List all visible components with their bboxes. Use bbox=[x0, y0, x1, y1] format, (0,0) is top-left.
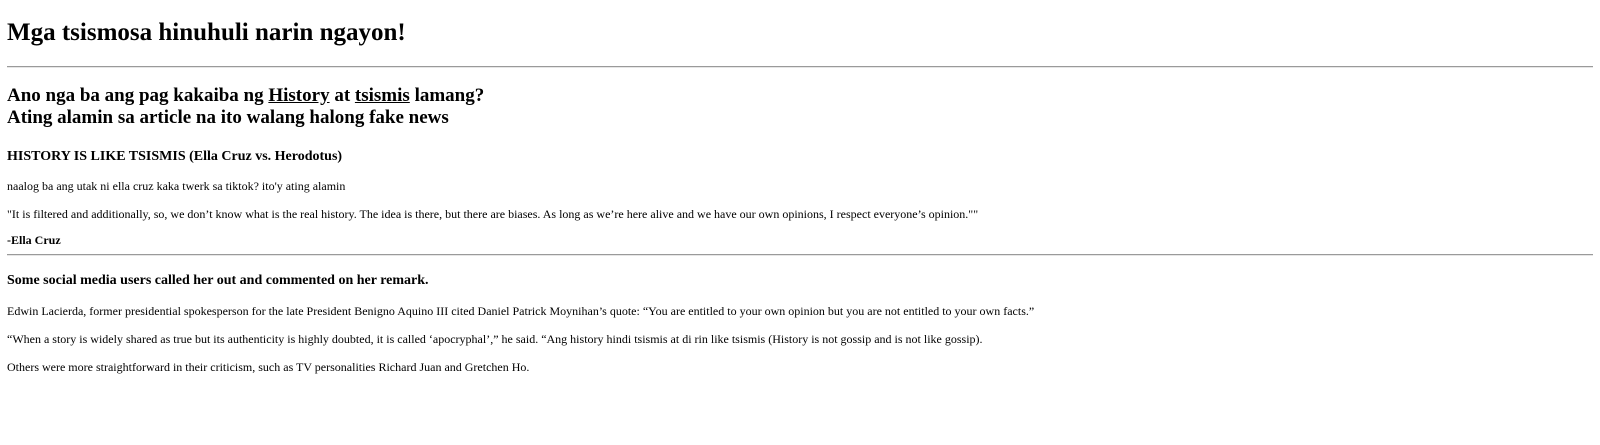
divider bbox=[7, 66, 1593, 68]
subheading-text: at bbox=[329, 85, 355, 106]
subheading-text: Ano nga ba ang pag kakaiba ng bbox=[7, 85, 269, 106]
paragraph-criticism: Others were more straightforward in thei… bbox=[7, 360, 530, 374]
quote-paragraph: "It is filtered and additionally, so, we… bbox=[7, 207, 979, 221]
subheading-line-1: Ano nga ba ang pag kakaiba ng History at… bbox=[7, 85, 1593, 107]
subheading: Ano nga ba ang pag kakaiba ng History at… bbox=[7, 85, 1593, 129]
paragraph-apocryphal: “When a story is widely shared as true b… bbox=[7, 332, 983, 346]
subheading-line-2: Ating alamin sa article na ito walang ha… bbox=[7, 107, 449, 128]
quote-author: -Ella Cruz bbox=[7, 233, 61, 247]
intro-paragraph: naalog ba ang utak ni ella cruz kaka twe… bbox=[7, 179, 346, 193]
divider bbox=[7, 254, 1593, 256]
tsismis-link[interactable]: tsismis bbox=[355, 85, 410, 106]
section-title-history-like-tsismis: HISTORY IS LIKE TSISMIS (Ella Cruz vs. H… bbox=[7, 149, 343, 164]
article-page: Mga tsismosa hinuhuli narin ngayon! Ano … bbox=[0, 0, 1600, 375]
paragraph-lacierda: Edwin Lacierda, former presidential spok… bbox=[7, 304, 1035, 318]
history-link[interactable]: History bbox=[268, 85, 329, 106]
page-title: Mga tsismosa hinuhuli narin ngayon! bbox=[7, 19, 406, 46]
section-title-social-media: Some social media users called her out a… bbox=[7, 273, 429, 288]
subheading-text: lamang? bbox=[409, 85, 485, 106]
